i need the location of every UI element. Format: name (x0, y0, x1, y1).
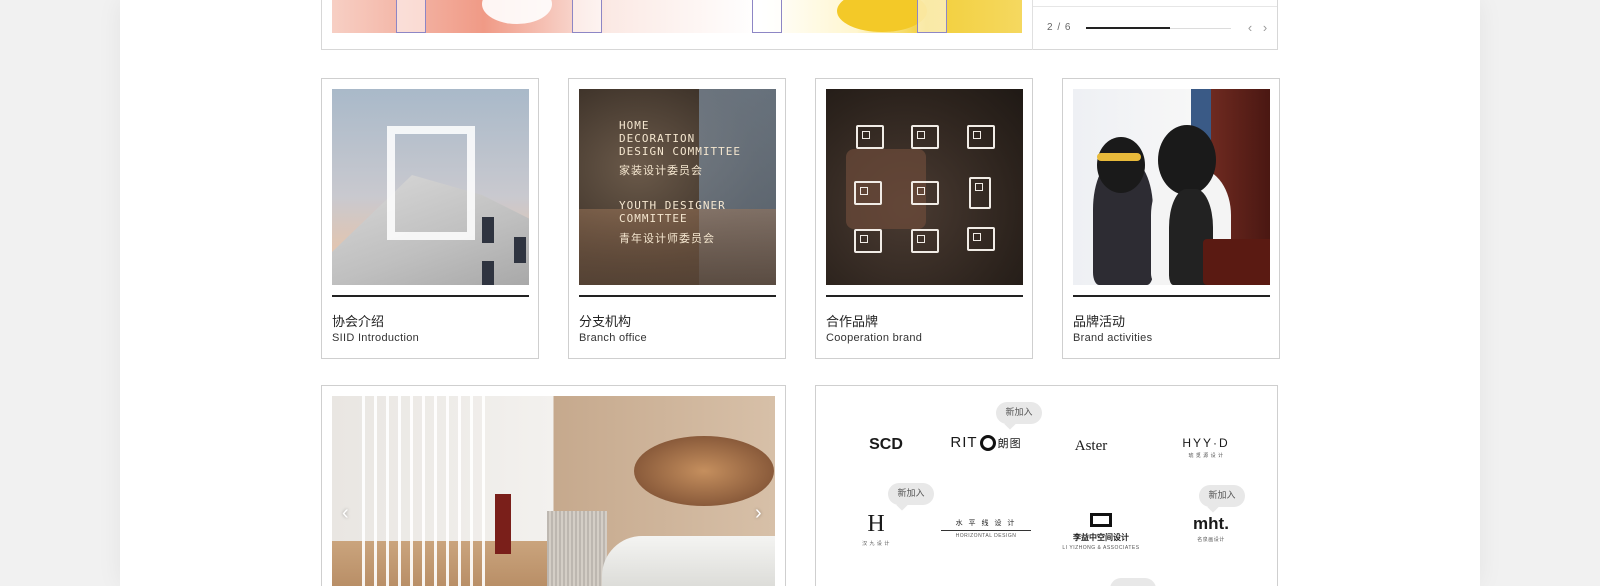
drawer-icon (967, 227, 995, 251)
slide-progress (1086, 27, 1231, 29)
chevron-right-icon[interactable]: › (755, 502, 762, 525)
chevron-right-icon[interactable]: › (1259, 20, 1271, 36)
chevron-left-icon[interactable]: ‹ (1244, 20, 1256, 36)
card-photo (826, 89, 1023, 285)
brand-logos-panel: SCD 新加入 RIT 朗图 Aster HYY·D 琥 觅 源 设 计 新加入 … (815, 385, 1278, 586)
card-branch-office[interactable]: HOME DECORATION DESIGN COMMITTEE 家装设计委员会… (568, 78, 786, 359)
card-photo (332, 89, 529, 285)
oven-icon (854, 229, 882, 253)
slat (398, 396, 401, 586)
card-brand-activities[interactable]: 品牌活动 Brand activities (1062, 78, 1280, 359)
card-photo: HOME DECORATION DESIGN COMMITTEE 家装设计委员会… (579, 89, 776, 285)
interior-slider (321, 385, 786, 586)
slide-progress-fill (1086, 27, 1171, 29)
person-hair (1158, 125, 1216, 195)
glass-sign-line: HOME (619, 119, 650, 132)
card-rule (826, 295, 1023, 297)
card-rule (332, 295, 529, 297)
cabinet-icon (856, 125, 884, 149)
new-badge: 新加入 (1199, 485, 1245, 507)
chevron-left-icon[interactable]: ‹ (342, 502, 349, 525)
bathtub-icon (911, 181, 939, 205)
card-subtitle: Branch office (579, 332, 647, 344)
brand-logo-rito[interactable]: RIT 朗图 (946, 434, 1026, 452)
mesh-partition (547, 511, 607, 586)
banner-image[interactable] (332, 0, 1022, 33)
brand-logo-aster[interactable]: Aster (1056, 438, 1126, 455)
banner-decoration (482, 0, 552, 24)
window (482, 261, 494, 285)
brand-logo-scd[interactable]: SCD (856, 436, 916, 454)
person-hair (1097, 137, 1145, 193)
glass-sign-line: 青年设计师委员会 (619, 232, 715, 245)
fridge-icon (969, 177, 991, 209)
window (482, 217, 494, 243)
li-yizhong-mark-icon (1090, 513, 1112, 527)
card-title: 协会介绍 (332, 315, 385, 330)
slat (434, 396, 437, 586)
glass-sign-line: DESIGN COMMITTEE (619, 145, 741, 158)
interior-photo[interactable] (332, 396, 775, 586)
card-subtitle: SIID Introduction (332, 332, 420, 344)
glass-sign-line: DECORATION (619, 132, 696, 145)
brand-logo-li-yizhong[interactable]: 李益中空间设计 LI YIZHONG & ASSOCIATES (1056, 513, 1146, 551)
brand-logo-mht[interactable]: mht. 名泉画设计 (1171, 514, 1251, 543)
tv-icon (967, 125, 995, 149)
card-rule (579, 295, 776, 297)
sofa-icon (911, 229, 939, 253)
glass-sign-line: COMMITTEE (619, 212, 688, 225)
card-title: 分支机构 (579, 315, 632, 330)
glass-sign-line: 家装设计委员会 (619, 164, 703, 177)
door-shape (495, 494, 511, 554)
slat (362, 396, 365, 586)
slat (458, 396, 461, 586)
slat (422, 396, 425, 586)
slat (446, 396, 449, 586)
new-badge (1110, 578, 1156, 586)
card-title: 合作品牌 (826, 315, 879, 330)
card-photo (1073, 89, 1270, 285)
card-rule (1073, 295, 1270, 297)
glass-sign-line: YOUTH DESIGNER (619, 199, 726, 212)
banner-pillar (752, 0, 782, 33)
washer-icon (911, 125, 939, 149)
slat (386, 396, 389, 586)
divider (1032, 0, 1033, 50)
frame-shape (387, 126, 475, 240)
ring-icon (979, 435, 996, 452)
card-siid-introduction[interactable]: 协会介绍 SIID Introduction (321, 78, 539, 359)
banner-pillar (396, 0, 426, 33)
slat (470, 396, 473, 586)
brand-logo-horizontal-design[interactable]: 水 平 线 设 计 HORIZONTAL DESIGN (941, 518, 1031, 539)
air-conditioner-icon (854, 181, 882, 205)
slat (482, 396, 485, 586)
divider (1033, 6, 1277, 7)
brand-logo-h[interactable]: H 汉 九 设 计 (851, 511, 901, 547)
floor-shape (332, 541, 552, 586)
new-badge: 新加入 (996, 402, 1042, 424)
banner-pillar (917, 0, 947, 33)
counter-shape (602, 536, 775, 586)
card-cooperation-brand[interactable]: 合作品牌 Cooperation brand (815, 78, 1033, 359)
banner-decoration (837, 0, 927, 32)
window (514, 237, 526, 263)
piano-shape (1203, 239, 1270, 285)
card-title: 品牌活动 (1073, 315, 1126, 330)
slat (374, 396, 377, 586)
headband (1097, 153, 1141, 161)
new-badge: 新加入 (888, 483, 934, 505)
slat (410, 396, 413, 586)
card-subtitle: Cooperation brand (826, 332, 923, 344)
banner-pillar (572, 0, 602, 33)
pendant-lamp (634, 436, 774, 506)
top-banner: 2 / 6 ‹ › (321, 0, 1278, 50)
brand-logo-hyyd[interactable]: HYY·D 琥 觅 源 设 计 (1166, 436, 1246, 459)
card-subtitle: Brand activities (1073, 332, 1153, 344)
slide-counter: 2 / 6 (1047, 22, 1072, 33)
